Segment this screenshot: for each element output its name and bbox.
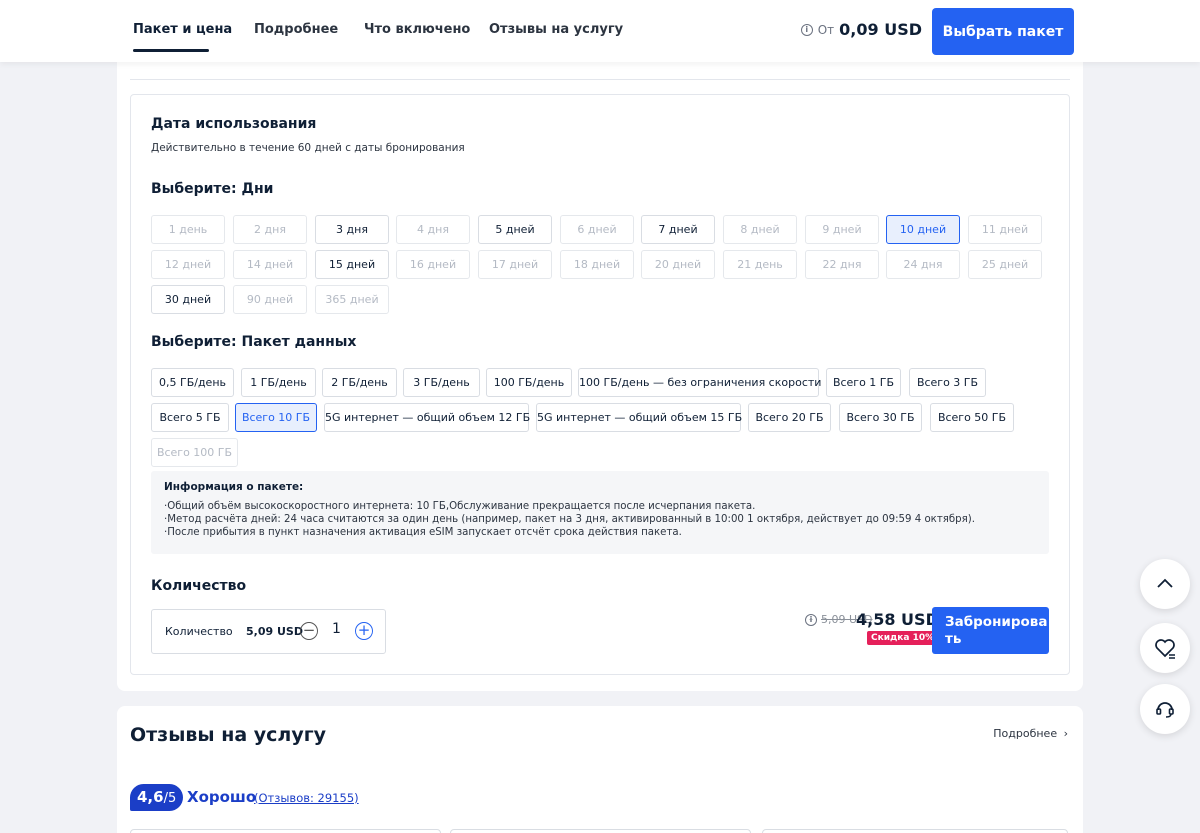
minus-icon[interactable]: −: [300, 622, 318, 640]
package-option[interactable]: Всего 50 ГБ: [930, 403, 1014, 432]
usage-date-title: Дата использования: [151, 116, 317, 132]
package-info-line: ·Общий объём высокоскоростного интернета…: [164, 501, 756, 512]
package-option[interactable]: 100 ГБ/день: [486, 368, 572, 397]
quantity-value[interactable]: 1: [332, 621, 341, 637]
package-info-title: Информация о пакете:: [164, 481, 304, 493]
package-option[interactable]: 5G интернет — общий объем 12 ГБ: [324, 403, 530, 432]
active-tab-indicator: [133, 49, 209, 52]
price-prefix: От: [817, 22, 835, 37]
day-option: 25 дней: [968, 250, 1042, 279]
day-option: 12 дней: [151, 250, 225, 279]
day-option: 8 дней: [723, 215, 797, 244]
heart-icon: [1155, 639, 1175, 659]
reviews-section: Отзывы на услугу Подробнее › 4,6/5 Хорош…: [117, 706, 1083, 833]
reviews-more-label: Подробнее: [993, 727, 1058, 740]
rating-score: 4,6: [137, 788, 164, 806]
day-option: 17 дней: [478, 250, 552, 279]
day-option: 2 дня: [233, 215, 307, 244]
package-option[interactable]: 0,5 ГБ/день: [151, 368, 234, 397]
reviews-more-link[interactable]: Подробнее ›: [993, 727, 1068, 740]
info-icon[interactable]: i: [800, 23, 813, 36]
package-option[interactable]: 2 ГБ/день: [322, 368, 397, 397]
day-option: 11 дней: [968, 215, 1042, 244]
package-option[interactable]: Всего 30 ГБ: [839, 403, 922, 432]
package-option[interactable]: 5G интернет — общий объем 15 ГБ: [536, 403, 742, 432]
chevron-right-icon: ›: [1063, 727, 1068, 740]
package-option[interactable]: Всего 10 ГБ: [235, 403, 317, 432]
plus-icon[interactable]: +: [355, 622, 373, 640]
rating-max: /5: [163, 791, 177, 806]
usage-date-subtitle: Действительно в течение 60 дней с даты б…: [151, 142, 465, 154]
package-options-panel: Дата использования Действительно в течен…: [130, 94, 1070, 675]
day-option: 14 дней: [233, 250, 307, 279]
divider: [130, 79, 1070, 80]
unit-price: 5,09 USD: [246, 625, 303, 638]
day-option[interactable]: 15 дней: [315, 250, 389, 279]
package-info-line: ·После прибытия в пункт назначения актив…: [164, 527, 682, 538]
price-value: 0,09 USD: [839, 20, 922, 39]
top-navigation: Пакет и цена Подробнее Что включено Отзы…: [0, 0, 1200, 62]
review-card[interactable]: [450, 829, 751, 833]
package-option[interactable]: 1 ГБ/день: [241, 368, 316, 397]
day-option[interactable]: 30 дней: [151, 285, 225, 314]
package-option[interactable]: 3 ГБ/день: [403, 368, 480, 397]
day-option: 9 дней: [805, 215, 879, 244]
day-option: 21 день: [723, 250, 797, 279]
package-info-line: ·Метод расчёта дней: 24 часа считаются з…: [164, 514, 975, 525]
package-option: Всего 100 ГБ: [151, 438, 238, 467]
package-option[interactable]: Всего 5 ГБ: [151, 403, 229, 432]
reviews-count-link[interactable]: (Отзывов: 29155): [254, 791, 359, 805]
chevron-up-icon: [1157, 578, 1173, 588]
tab-details[interactable]: Подробнее: [254, 22, 338, 37]
day-option: 22 дня: [805, 250, 879, 279]
support-button[interactable]: [1140, 684, 1190, 734]
day-option[interactable]: 10 дней: [886, 215, 960, 244]
package-info-box: Информация о пакете: ·Общий объём высоко…: [151, 471, 1049, 554]
package-title: Выберите: Пакет данных: [151, 334, 357, 350]
day-option: 90 дней: [233, 285, 307, 314]
day-option: 365 дней: [315, 285, 389, 314]
day-option: 18 дней: [560, 250, 634, 279]
price-from: i От 0,09 USD: [800, 20, 922, 39]
days-title: Выберите: Дни: [151, 181, 274, 197]
day-option: 4 дня: [396, 215, 470, 244]
package-option[interactable]: 100 ГБ/день — без ограничения скорости: [578, 368, 821, 397]
book-button[interactable]: Забронировать: [932, 607, 1049, 654]
day-option: 16 дней: [396, 250, 470, 279]
day-option[interactable]: 5 дней: [478, 215, 552, 244]
day-option: 1 день: [151, 215, 225, 244]
package-option[interactable]: Всего 3 ГБ: [909, 368, 986, 397]
select-package-button[interactable]: Выбрать пакет: [932, 8, 1074, 55]
favorites-button[interactable]: [1140, 623, 1190, 673]
new-price: 4,58 USD: [856, 610, 939, 629]
package-option[interactable]: Всего 20 ГБ: [748, 403, 831, 432]
tab-reviews[interactable]: Отзывы на услугу: [489, 22, 623, 37]
info-icon[interactable]: i: [805, 613, 817, 626]
day-option: 6 дней: [560, 215, 634, 244]
headset-icon: [1156, 702, 1174, 718]
reviews-title: Отзывы на услугу: [130, 724, 327, 746]
package-card: Дата использования Действительно в течен…: [117, 62, 1083, 691]
review-card[interactable]: [130, 829, 441, 833]
scroll-top-button[interactable]: [1140, 559, 1190, 609]
day-option: 24 дня: [886, 250, 960, 279]
discount-badge: Скидка 10%: [867, 631, 939, 645]
tab-package-price[interactable]: Пакет и цена: [133, 22, 232, 37]
day-option[interactable]: 3 дня: [315, 215, 389, 244]
rating-verdict: Хорошо: [187, 788, 257, 806]
quantity-label: Количество: [165, 625, 233, 638]
review-card[interactable]: [762, 829, 1068, 833]
package-option[interactable]: Всего 1 ГБ: [826, 368, 901, 397]
quantity-stepper: Количество 5,09 USD − 1 +: [151, 609, 386, 654]
rating-badge: 4,6/5: [130, 784, 184, 811]
day-option: 20 дней: [641, 250, 715, 279]
day-option[interactable]: 7 дней: [641, 215, 715, 244]
quantity-title: Количество: [151, 578, 247, 594]
tab-included[interactable]: Что включено: [364, 22, 470, 37]
